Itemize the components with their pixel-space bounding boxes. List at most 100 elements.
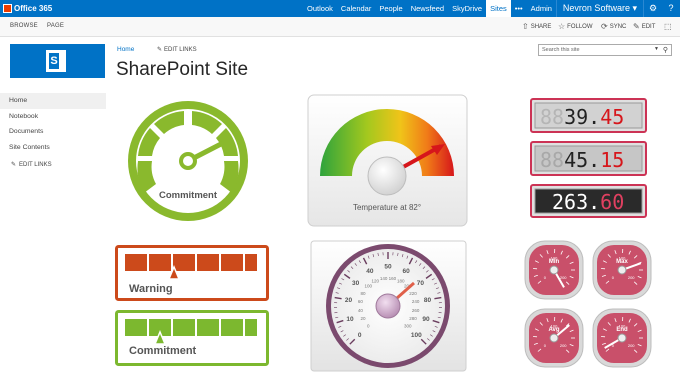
small-gauge-min: 0100200Min xyxy=(524,240,584,300)
tab-page[interactable]: PAGE xyxy=(47,23,64,29)
ribbon-bar: BROWSE PAGE ⇧ SHARE ☆ FOLLOW ⟳ SYNC ✎ EDIT ⬚ xyxy=(0,17,680,37)
edit-label: EDIT xyxy=(641,23,656,30)
small-gauge-label: Avg xyxy=(548,327,559,333)
sync-icon: ⟳ xyxy=(601,22,608,31)
speedometer-inner-label: 60 xyxy=(358,299,364,304)
suite-link-outlook[interactable]: Outlook xyxy=(303,0,337,17)
office365-label: Office 365 xyxy=(14,4,53,13)
speedometer-outer-label: 40 xyxy=(366,268,374,275)
speedometer-inner-label: 40 xyxy=(358,308,364,313)
small-gauge-end: 0100200End xyxy=(592,308,652,368)
pencil-icon: ✎ xyxy=(11,162,17,168)
suite-link-people[interactable]: People xyxy=(375,0,406,17)
chevron-down-icon[interactable]: ▼ xyxy=(654,46,659,52)
small-gauge-tick-label: 200 xyxy=(560,343,567,348)
temperature-knob xyxy=(367,156,407,196)
suite-link-more[interactable]: ••• xyxy=(511,0,527,17)
small-gauge-hub xyxy=(549,265,559,275)
speedometer-inner-label: 220 xyxy=(409,291,417,296)
speedometer-outer-label: 80 xyxy=(424,297,432,304)
edit-links-label: EDIT LINKS xyxy=(19,161,52,168)
speedometer-outer-label: 90 xyxy=(422,316,430,323)
small-gauge-label: Max xyxy=(616,259,628,265)
speedometer-inner-label: 20 xyxy=(361,316,367,321)
warning-bar-gauge: Warning xyxy=(115,245,269,301)
search-icon[interactable]: ⚲ xyxy=(663,46,668,54)
edit-links-label: EDIT LINKS xyxy=(164,46,197,53)
tab-browse[interactable]: BROWSE xyxy=(10,23,38,29)
commitment-radial-label: Commitment xyxy=(159,190,218,201)
page-title: SharePoint Site xyxy=(116,59,249,80)
speedometer-outer-label: 70 xyxy=(417,280,425,287)
suite-link-admin[interactable]: Admin xyxy=(527,0,556,17)
small-gauge-label: Min xyxy=(549,259,560,265)
led-displays: 8839.45 8845.15 263.60 xyxy=(530,98,647,218)
user-name: Nevron Software xyxy=(562,3,630,13)
speedometer-inner-label: 260 xyxy=(412,308,420,313)
small-gauge-tick-label: 200 xyxy=(628,275,635,280)
search-input[interactable]: Search this site ▼ ⚲ xyxy=(538,44,672,56)
led-3-value: 263.60 xyxy=(552,190,624,214)
warning-segments xyxy=(125,254,257,271)
suite-link-newsfeed[interactable]: Newsfeed xyxy=(407,0,448,17)
temperature-label: Temperature at 82° xyxy=(353,203,421,212)
left-nav: Home Notebook Documents Site Contents ✎ E… xyxy=(0,93,106,168)
small-gauges: 0100200Min0100200Max0100200Avg0100200End xyxy=(524,240,652,368)
star-icon: ☆ xyxy=(558,22,566,31)
speedometer-gauge: 0102030405060708090100 02040608010012014… xyxy=(310,240,467,372)
led-1-value: 8839.45 xyxy=(540,105,624,129)
small-gauge-hub xyxy=(617,333,627,343)
follow-button[interactable]: ☆ FOLLOW xyxy=(558,22,593,31)
speedometer-outer-label: 100 xyxy=(411,332,422,339)
speedometer-outer-label: 10 xyxy=(346,316,354,323)
speedometer-inner-label: 140 xyxy=(380,276,388,281)
small-gauge-avg: 0100200Avg xyxy=(524,308,584,368)
speedometer-outer-label: 30 xyxy=(352,280,360,287)
speedometer-outer-label: 20 xyxy=(345,297,353,304)
site-logo[interactable]: S xyxy=(10,44,105,78)
suite-nav: Outlook Calendar People Newsfeed SkyDriv… xyxy=(303,0,680,17)
suite-link-skydrive[interactable]: SkyDrive xyxy=(448,0,486,17)
small-gauge-max: 0100200Max xyxy=(592,240,652,300)
speedometer-outer-label: 50 xyxy=(384,264,392,271)
share-button[interactable]: ⇧ SHARE xyxy=(522,22,551,31)
nav-item-notebook[interactable]: Notebook xyxy=(0,109,106,125)
suite-link-calendar[interactable]: Calendar xyxy=(337,0,375,17)
small-gauge-tick-label: 200 xyxy=(628,343,635,348)
breadcrumb-home[interactable]: Home xyxy=(117,46,134,53)
edit-links-left[interactable]: ✎ EDIT LINKS xyxy=(0,161,106,169)
edit-button[interactable]: ✎ EDIT xyxy=(633,22,655,31)
commitment-radial-gauge: Commitment xyxy=(128,101,248,221)
speedometer-inner-label: 300 xyxy=(404,323,412,328)
small-gauge-label: End xyxy=(616,327,628,333)
sync-button[interactable]: ⟳ SYNC xyxy=(601,22,626,31)
edit-links-top[interactable]: ✎ EDIT LINKS xyxy=(157,46,197,54)
focus-icon: ⬚ xyxy=(664,22,672,31)
gear-icon[interactable]: ⚙ xyxy=(644,0,662,17)
speedometer-inner-label: 240 xyxy=(412,299,420,304)
follow-label: FOLLOW xyxy=(567,23,593,30)
chevron-down-icon: ▾ xyxy=(632,3,637,13)
commitment-bar-gauge: Commitment xyxy=(115,310,269,366)
speedometer-outer-label: 60 xyxy=(403,268,411,275)
share-icon: ⇧ xyxy=(522,22,529,31)
focus-button[interactable]: ⬚ xyxy=(664,22,672,31)
sync-label: SYNC xyxy=(609,23,627,30)
search-placeholder: Search this site xyxy=(542,47,580,53)
user-menu[interactable]: Nevron Software ▾ xyxy=(557,0,643,17)
nav-item-documents[interactable]: Documents xyxy=(0,124,106,140)
nav-item-site-contents[interactable]: Site Contents xyxy=(0,140,106,156)
led-2-value: 8845.15 xyxy=(540,148,624,172)
nav-item-home[interactable]: Home xyxy=(0,93,106,109)
help-icon[interactable]: ? xyxy=(662,0,680,17)
suite-link-sites[interactable]: Sites xyxy=(486,0,511,17)
small-gauge-tick-label: 200 xyxy=(560,275,567,280)
speedometer-hub xyxy=(375,293,401,319)
warning-label: Warning xyxy=(129,283,173,295)
office365-logo[interactable]: Office 365 xyxy=(3,2,52,15)
speedometer-inner-label: 160 xyxy=(389,276,397,281)
small-gauge-hub xyxy=(549,333,559,343)
speedometer-outer-label: 0 xyxy=(358,332,362,339)
suite-bar: Office 365 Outlook Calendar People Newsf… xyxy=(0,0,680,17)
pencil-icon: ✎ xyxy=(633,22,640,31)
